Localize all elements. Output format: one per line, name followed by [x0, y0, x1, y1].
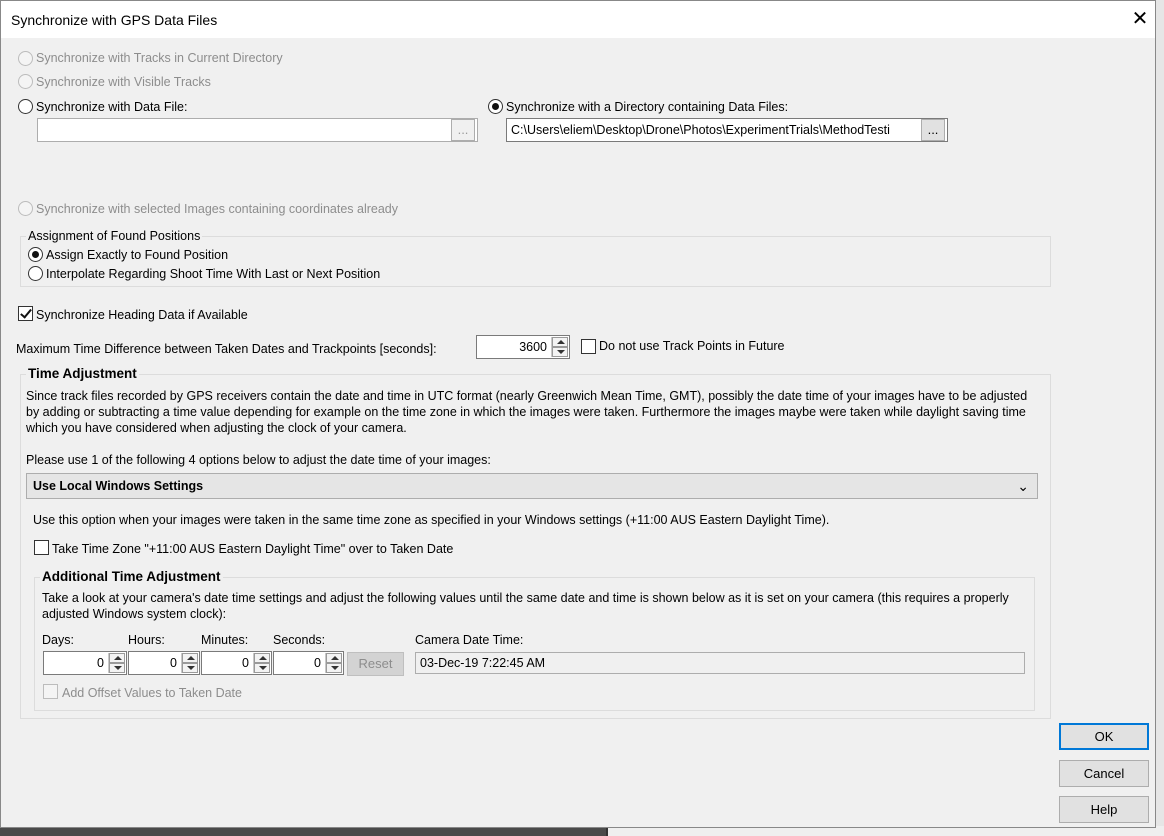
offset-checkbox[interactable] [43, 684, 58, 699]
hours-stepper[interactable]: 0 [128, 651, 200, 675]
radio-interpolate[interactable] [28, 266, 43, 281]
label-tracks-current-dir: Synchronize with Tracks in Current Direc… [36, 51, 283, 65]
time-adjustment-description: Since track files recorded by GPS receiv… [26, 389, 1028, 435]
heading-checkbox[interactable] [18, 306, 33, 321]
background-right [1155, 0, 1164, 836]
seconds-spin [325, 653, 342, 673]
reset-button[interactable]: Reset [347, 652, 404, 676]
title-bar: Synchronize with GPS Data Files ✕ [1, 1, 1155, 38]
spin-up-icon[interactable] [182, 653, 198, 663]
seconds-value: 0 [314, 656, 321, 670]
radio-selected-images[interactable] [18, 201, 33, 216]
spin-up-icon[interactable] [552, 337, 568, 347]
directory-input[interactable]: C:\Users\eliem\Desktop\Drone\Photos\Expe… [506, 118, 948, 142]
time-option-selected: Use Local Windows Settings [33, 479, 204, 493]
spin-down-icon[interactable] [182, 663, 198, 673]
radio-assign-exact[interactable] [28, 247, 43, 262]
label-future: Do not use Track Points in Future [599, 339, 785, 353]
spin-up-icon[interactable] [254, 653, 270, 663]
future-checkbox[interactable] [581, 339, 596, 354]
label-camera-date: Camera Date Time: [415, 633, 524, 647]
label-assign-exact: Assign Exactly to Found Position [46, 248, 229, 262]
hours-spin [181, 653, 198, 673]
label-directory: Synchronize with a Directory containing … [506, 100, 789, 114]
seconds-stepper[interactable]: 0 [273, 651, 344, 675]
sync-gps-dialog: Synchronize with GPS Data Files ✕ Synchr… [0, 0, 1156, 828]
spin-down-icon[interactable] [326, 663, 342, 673]
label-heading: Synchronize Heading Data if Available [36, 308, 248, 322]
label-interpolate: Interpolate Regarding Shoot Time With La… [46, 267, 381, 281]
label-selected-images: Synchronize with selected Images contain… [36, 202, 399, 216]
label-days: Days: [42, 633, 74, 647]
data-file-input[interactable] [37, 118, 478, 142]
camera-date-field: 03-Dec-19 7:22:45 AM [415, 652, 1025, 674]
additional-legend: Additional Time Adjustment [40, 569, 223, 584]
label-minutes: Minutes: [201, 633, 249, 647]
chevron-down-icon: ⌄ [1017, 478, 1029, 494]
spin-up-icon[interactable] [109, 653, 125, 663]
spin-down-icon[interactable] [254, 663, 270, 673]
spin-down-icon[interactable] [552, 347, 568, 357]
spin-down-icon[interactable] [109, 663, 125, 673]
max-time-stepper[interactable]: 3600 [476, 335, 570, 359]
days-stepper[interactable]: 0 [43, 651, 127, 675]
minutes-stepper[interactable]: 0 [201, 651, 272, 675]
options-prompt: Please use 1 of the following 4 options … [26, 453, 491, 467]
label-hours: Hours: [128, 633, 165, 647]
radio-visible-tracks[interactable] [18, 74, 33, 89]
max-time-spin [551, 337, 568, 357]
help-button[interactable]: Help [1059, 796, 1149, 823]
label-take-zone: Take Time Zone "+11:00 AUS Eastern Dayli… [52, 542, 454, 556]
spin-up-icon[interactable] [326, 653, 342, 663]
label-data-file: Synchronize with Data File: [36, 100, 188, 114]
minutes-value: 0 [242, 656, 249, 670]
label-visible-tracks: Synchronize with Visible Tracks [36, 75, 211, 89]
window-title: Synchronize with GPS Data Files [11, 12, 218, 28]
minutes-spin [253, 653, 270, 673]
take-zone-checkbox[interactable] [34, 540, 49, 555]
radio-tracks-current-dir[interactable] [18, 51, 33, 66]
label-seconds: Seconds: [273, 633, 326, 647]
additional-description: Take a look at your camera's date time s… [42, 591, 1009, 621]
close-icon[interactable]: ✕ [1129, 7, 1151, 31]
label-max-time: Maximum Time Difference between Taken Da… [16, 342, 437, 356]
radio-data-file[interactable] [18, 99, 33, 114]
cancel-button[interactable]: Cancel [1059, 760, 1149, 787]
radio-directory[interactable] [488, 99, 503, 114]
option-hint: Use this option when your images were ta… [33, 513, 830, 527]
time-option-select[interactable]: Use Local Windows Settings ⌄ [26, 473, 1038, 499]
days-value: 0 [97, 656, 104, 670]
days-spin [108, 653, 125, 673]
data-file-browse-button[interactable]: ... [451, 119, 475, 141]
assignment-legend: Assignment of Found Positions [26, 229, 203, 243]
directory-browse-button[interactable]: ... [921, 119, 945, 141]
time-adjustment-legend: Time Adjustment [26, 366, 139, 381]
hours-value: 0 [170, 656, 177, 670]
max-time-value: 3600 [519, 340, 547, 354]
ok-button[interactable]: OK [1059, 723, 1149, 750]
label-offset: Add Offset Values to Taken Date [62, 686, 242, 700]
